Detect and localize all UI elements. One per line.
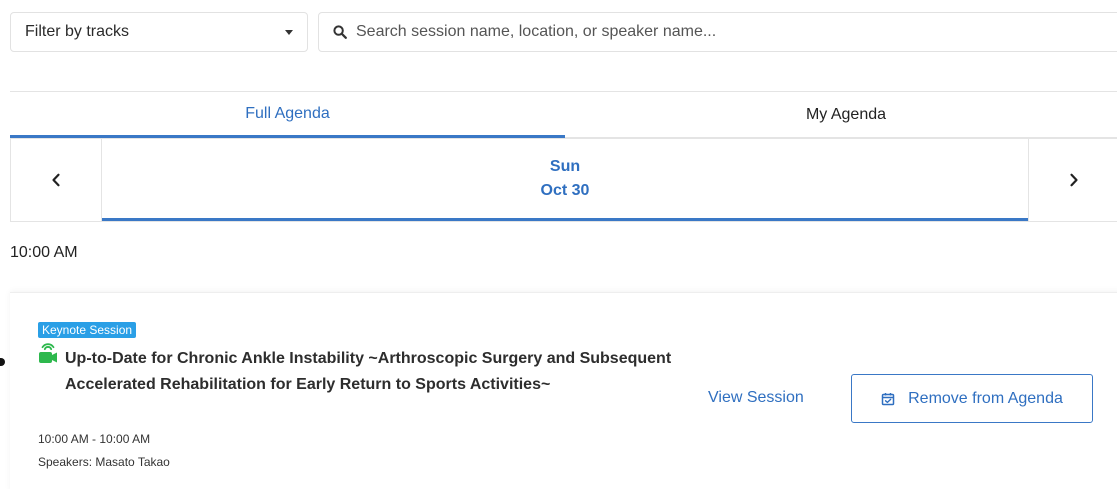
caret-down-icon: [285, 30, 293, 35]
search-bar: [318, 12, 1117, 52]
agenda-tabs: Full Agenda My Agenda: [10, 91, 1117, 138]
session-title[interactable]: Up-to-Date for Chronic Ankle Instability…: [65, 346, 685, 398]
time-slot-heading: 10:00 AM: [10, 244, 78, 261]
next-day-button[interactable]: [1028, 139, 1117, 221]
chevron-left-icon: [52, 173, 60, 187]
track-filter-label: Filter by tracks: [25, 23, 130, 40]
chevron-right-icon: [1069, 173, 1078, 187]
live-stream-icon: [39, 343, 57, 363]
remove-from-agenda-button[interactable]: Remove from Agenda: [851, 374, 1093, 423]
search-input[interactable]: [356, 23, 1056, 41]
tab-my-agenda[interactable]: My Agenda: [565, 92, 1117, 138]
tab-full-agenda-label: Full Agenda: [245, 104, 330, 122]
session-time-range: 10:00 AM - 10:00 AM: [38, 432, 151, 446]
tab-full-agenda[interactable]: Full Agenda: [10, 92, 565, 138]
session-card: Keynote Session Up-to-Date for Chronic A…: [10, 292, 1117, 489]
calendar-check-icon: [881, 392, 895, 405]
previous-day-button[interactable]: [11, 139, 102, 221]
day-name: Sun: [549, 157, 581, 175]
remove-from-agenda-label: Remove from Agenda: [908, 389, 1063, 407]
session-type-badge: Keynote Session: [38, 322, 137, 338]
search-icon: [333, 25, 347, 39]
tab-my-agenda-label: My Agenda: [805, 105, 887, 123]
day-date: Oct 30: [540, 181, 590, 199]
view-session-link[interactable]: View Session: [708, 389, 804, 407]
selected-day[interactable]: Sun Oct 30: [102, 139, 1028, 221]
session-speakers: Speakers: Masato Takao: [38, 455, 170, 469]
track-filter-select[interactable]: Filter by tracks: [10, 12, 308, 52]
edge-marker: [0, 358, 5, 366]
date-selector: Sun Oct 30: [10, 138, 1117, 222]
